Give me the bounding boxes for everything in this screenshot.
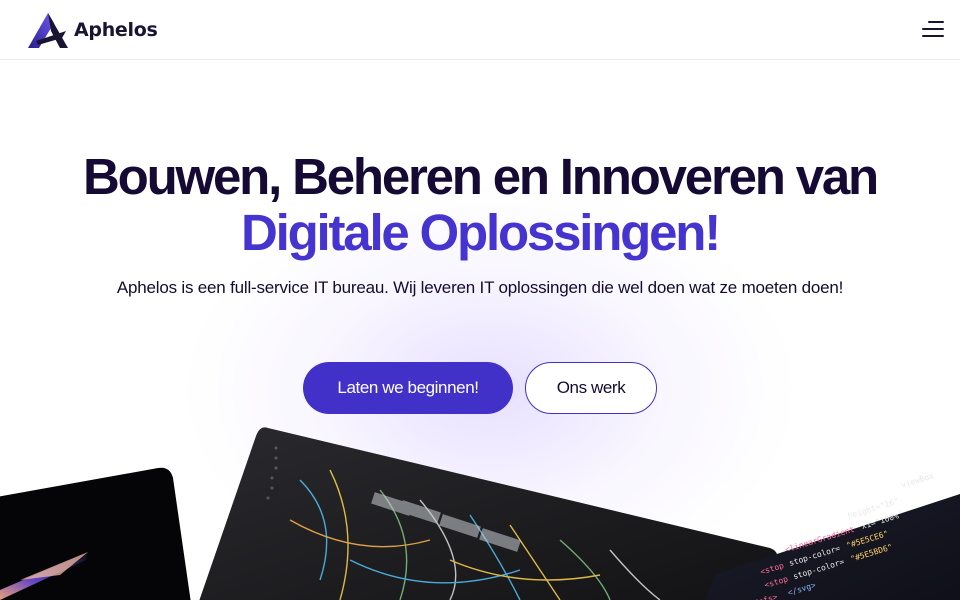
- get-started-button[interactable]: Laten we beginnen!: [303, 362, 513, 414]
- brand-name: Aphelos: [74, 19, 158, 41]
- brand-logo[interactable]: Aphelos: [26, 10, 158, 50]
- hero-section: Bouwen, Beheren en Innoveren van Digital…: [0, 60, 960, 600]
- hero-subtitle: Aphelos is een full-service IT bureau. W…: [116, 278, 844, 297]
- site-header: Aphelos: [0, 0, 960, 60]
- our-work-button[interactable]: Ons werk: [525, 362, 657, 414]
- hero-title: Bouwen, Beheren en Innoveren van: [83, 148, 879, 205]
- hamburger-menu-icon[interactable]: [920, 18, 944, 40]
- hero-title-accent: Digitale Oplossingen!: [240, 204, 721, 261]
- aphelos-logo-icon: [28, 13, 68, 48]
